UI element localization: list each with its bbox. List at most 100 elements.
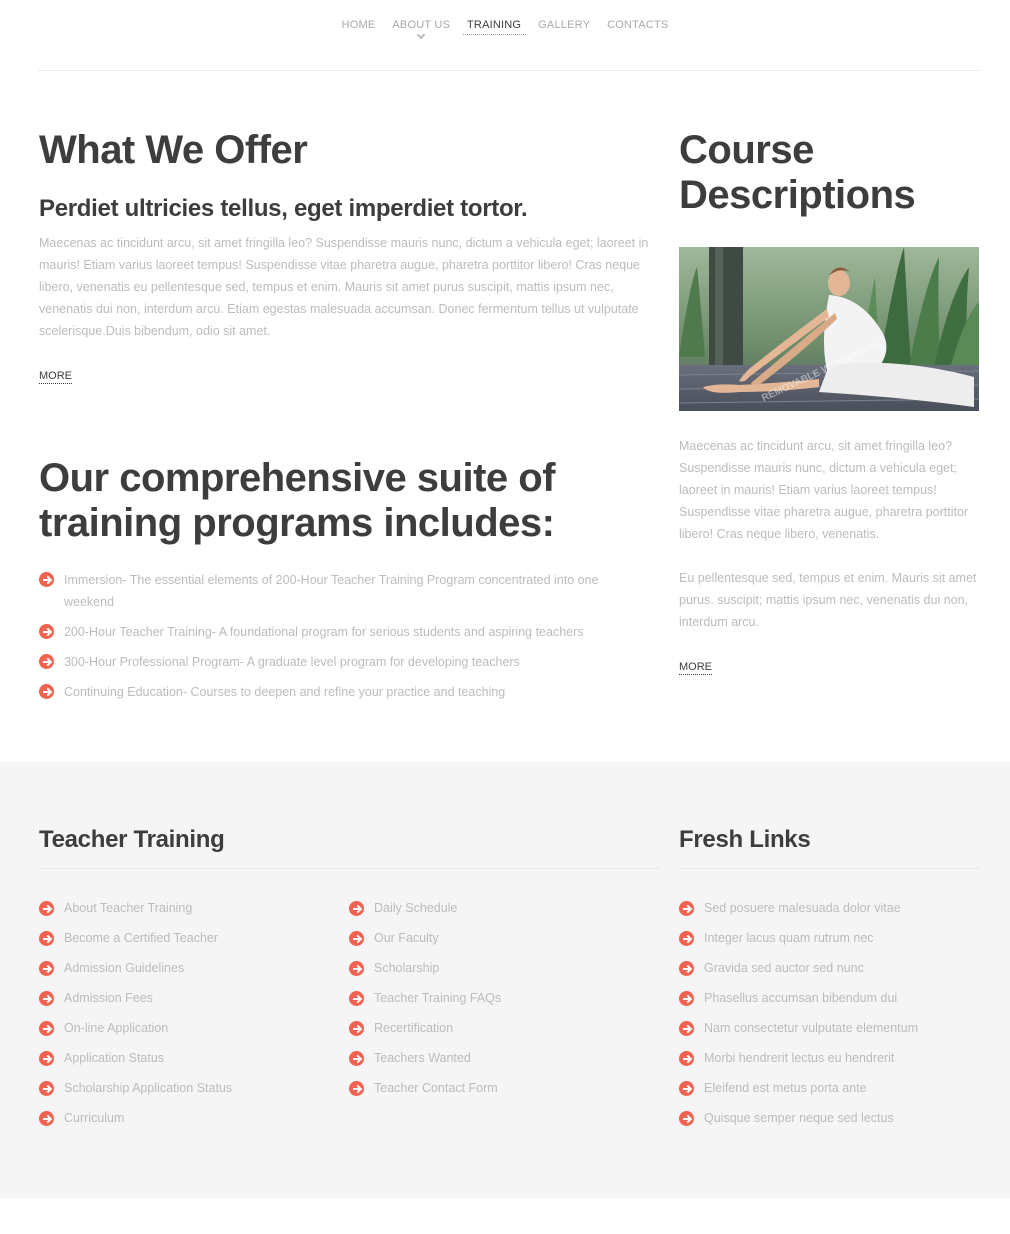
arrow-right-circle-icon	[679, 901, 694, 916]
teacher-training-title: Teacher Training	[39, 826, 225, 853]
footer-link[interactable]: Recertification	[374, 1018, 453, 1039]
arrow-right-circle-icon	[679, 931, 694, 946]
teacher-training-list-col1: About Teacher Training Become a Certifie…	[39, 898, 329, 1138]
arrow-right-circle-icon	[349, 931, 364, 946]
nav-item-contacts[interactable]: CONTACTS	[599, 19, 677, 31]
nav-item-gallery[interactable]: GALLERY	[530, 19, 599, 31]
arrow-right-circle-icon	[679, 1081, 694, 1096]
footer-link[interactable]: Morbi hendrerit lectus eu hendrerit	[704, 1048, 894, 1069]
footer-link[interactable]: Admission Fees	[64, 988, 153, 1009]
list-item: Scholarship Application Status	[39, 1078, 329, 1108]
arrow-right-circle-icon	[39, 901, 54, 916]
course-paragraph-1: Maecenas ac tincidunt arcu, sit amet fri…	[679, 439, 969, 541]
arrow-right-circle-icon	[679, 991, 694, 1006]
footer-divider	[679, 868, 979, 869]
list-item: Immersion- The essential elements of 200…	[39, 569, 639, 613]
fresh-links-list: Sed posuere malesuada dolor vitae Intege…	[679, 898, 989, 1138]
course-paragraph-2: Eu pellentesque sed, tempus et enim. Mau…	[679, 571, 977, 629]
footer-divider	[39, 868, 659, 869]
course-title: Course Descriptions	[679, 128, 916, 217]
footer-link[interactable]: Phasellus accumsan bibendum dui	[704, 988, 897, 1009]
list-item: Teachers Wanted	[349, 1048, 649, 1078]
arrow-right-circle-icon	[39, 1081, 54, 1096]
list-item: Nam consectetur vulputate elementum	[679, 1018, 989, 1048]
arrow-right-circle-icon	[39, 1021, 54, 1036]
arrow-right-circle-icon	[39, 572, 54, 587]
nav-item-about-us[interactable]: ABOUT US	[384, 19, 459, 40]
suite-title: Our comprehensive suite of training prog…	[39, 456, 556, 545]
footer-link[interactable]: Integer lacus quam rutrum nec	[704, 928, 874, 949]
list-item: Teacher Contact Form	[349, 1078, 649, 1108]
offer-subtitle: Perdiet ultricies tellus, eget imperdiet…	[39, 195, 528, 222]
nav-item-training[interactable]: TRAINING	[459, 19, 530, 35]
footer-link[interactable]: Scholarship	[374, 958, 439, 979]
footer-link[interactable]: Sed posuere malesuada dolor vitae	[704, 898, 901, 919]
list-item: Become a Certified Teacher	[39, 928, 329, 958]
footer-link[interactable]: Curriculum	[64, 1108, 124, 1129]
fresh-links-title: Fresh Links	[679, 826, 811, 853]
list-item: Teacher Training FAQs	[349, 988, 649, 1018]
footer-link[interactable]: Daily Schedule	[374, 898, 457, 919]
arrow-right-circle-icon	[349, 1081, 364, 1096]
arrow-right-circle-icon	[679, 1111, 694, 1126]
arrow-right-circle-icon	[39, 961, 54, 976]
list-item: Daily Schedule	[349, 898, 649, 928]
footer-link[interactable]: About Teacher Training	[64, 898, 192, 919]
offer-more-link[interactable]: MORE	[39, 370, 72, 384]
offer-body: Maecenas ac tincidunt arcu, sit amet fri…	[39, 236, 649, 338]
footer-link[interactable]: Scholarship Application Status	[64, 1078, 232, 1099]
arrow-right-circle-icon	[679, 961, 694, 976]
list-item: On-line Application	[39, 1018, 329, 1048]
course-more-link[interactable]: MORE	[679, 661, 712, 675]
nav-item-home[interactable]: HOME	[333, 19, 384, 31]
footer-link[interactable]: Nam consectetur vulputate elementum	[704, 1018, 918, 1039]
footer-link[interactable]: Admission Guidelines	[64, 958, 184, 979]
list-item: Morbi hendrerit lectus eu hendrerit	[679, 1048, 989, 1078]
footer-link[interactable]: Quisque semper neque sed lectus	[704, 1108, 894, 1129]
footer-link[interactable]: Application Status	[64, 1048, 164, 1069]
list-item: About Teacher Training	[39, 898, 329, 928]
arrow-right-circle-icon	[349, 961, 364, 976]
arrow-right-circle-icon	[39, 1051, 54, 1066]
list-item: Recertification	[349, 1018, 649, 1048]
arrow-right-circle-icon	[679, 1051, 694, 1066]
footer-link[interactable]: On-line Application	[64, 1018, 168, 1039]
footer-link[interactable]: Teachers Wanted	[374, 1048, 471, 1069]
list-item: 300-Hour Professional Program- A graduat…	[39, 651, 639, 673]
list-item: Gravida sed auctor sed nunc	[679, 958, 989, 988]
footer: Teacher Training Fresh Links About Teach…	[0, 762, 1010, 1198]
list-item-text: 200-Hour Teacher Training- A foundationa…	[64, 625, 584, 639]
nav-menu: HOME ABOUT US TRAINING GALLERY CONTACTS	[0, 19, 1010, 40]
footer-link[interactable]: Become a Certified Teacher	[64, 928, 218, 949]
footer-link[interactable]: Teacher Contact Form	[374, 1078, 498, 1099]
list-item: Admission Guidelines	[39, 958, 329, 988]
footer-link[interactable]: Teacher Training FAQs	[374, 988, 501, 1009]
top-navigation: HOME ABOUT US TRAINING GALLERY CONTACTS	[0, 0, 1010, 72]
list-item: Admission Fees	[39, 988, 329, 1018]
list-item-text: 300-Hour Professional Program- A graduat…	[64, 655, 520, 669]
list-item: Continuing Education- Courses to deepen …	[39, 681, 639, 703]
list-item: Our Faculty	[349, 928, 649, 958]
list-item-text: Immersion- The essential elements of 200…	[64, 573, 599, 609]
list-item: Eleifend est metus porta ante	[679, 1078, 989, 1108]
arrow-right-circle-icon	[39, 624, 54, 639]
chevron-down-icon	[416, 30, 426, 40]
arrow-right-circle-icon	[679, 1021, 694, 1036]
arrow-right-circle-icon	[39, 931, 54, 946]
suite-list: Immersion- The essential elements of 200…	[39, 569, 639, 711]
nav-item-label: ABOUT US	[392, 19, 451, 31]
arrow-right-circle-icon	[349, 1021, 364, 1036]
footer-link[interactable]: Gravida sed auctor sed nunc	[704, 958, 864, 979]
list-item: Curriculum	[39, 1108, 329, 1138]
list-item: Sed posuere malesuada dolor vitae	[679, 898, 989, 928]
arrow-right-circle-icon	[349, 991, 364, 1006]
list-item: Integer lacus quam rutrum nec	[679, 928, 989, 958]
list-item: Quisque semper neque sed lectus	[679, 1108, 989, 1138]
footer-link[interactable]: Eleifend est metus porta ante	[704, 1078, 867, 1099]
arrow-right-circle-icon	[349, 901, 364, 916]
arrow-right-circle-icon	[39, 684, 54, 699]
list-item: Phasellus accumsan bibendum dui	[679, 988, 989, 1018]
footer-link[interactable]: Our Faculty	[374, 928, 439, 949]
nav-divider	[39, 70, 979, 71]
arrow-right-circle-icon	[39, 1111, 54, 1126]
